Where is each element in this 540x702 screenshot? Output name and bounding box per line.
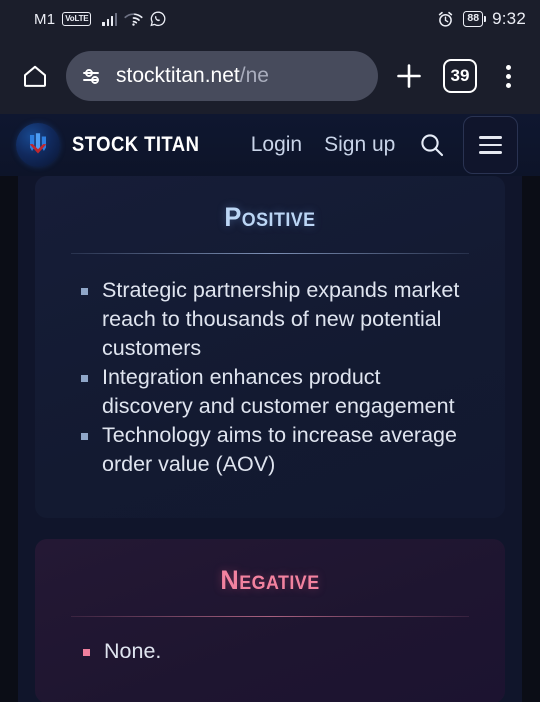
list-item: None. — [83, 637, 475, 666]
list-item: Strategic partnership expands market rea… — [81, 276, 475, 363]
list-item: Technology aims to increase average orde… — [81, 421, 475, 479]
alarm-clock-icon — [437, 11, 454, 28]
carrier-label: M1 — [34, 10, 56, 28]
header-nav: Login Sign up — [251, 133, 396, 157]
brand-name: STOCK TITAN — [72, 133, 200, 156]
browser-toolbar: stocktitan.net/ne 39 — [0, 38, 540, 114]
search-icon[interactable] — [415, 128, 449, 162]
login-link[interactable]: Login — [251, 133, 302, 157]
status-bar-left: M1 VoLTE — [14, 11, 437, 28]
positive-card: Positive Strategic partnership expands m… — [35, 176, 505, 518]
status-bar-right: 88 9:32 — [437, 9, 526, 29]
negative-list: None. — [35, 637, 505, 666]
list-item: Integration enhances product discovery a… — [81, 363, 475, 421]
plus-icon[interactable] — [386, 53, 432, 99]
negative-divider — [71, 616, 469, 617]
site-header: STOCK TITAN Login Sign up — [0, 114, 540, 176]
volte-badge: VoLTE — [62, 12, 92, 26]
negative-card: Negative None. — [35, 539, 505, 702]
status-bar: M1 VoLTE 88 9:32 — [0, 0, 540, 38]
url-path: /ne — [239, 64, 269, 87]
url-text[interactable]: stocktitan.net/ne — [116, 64, 269, 88]
tune-icon[interactable] — [82, 67, 105, 86]
stock-titan-logo-icon — [16, 123, 60, 167]
whatsapp-icon — [150, 11, 166, 27]
url-host: stocktitan.net — [116, 64, 240, 87]
signal-bars-icon — [102, 12, 118, 26]
home-icon[interactable] — [12, 53, 58, 99]
phone-screen: M1 VoLTE 88 9:32 stocktitan.net/ne 39 ST… — [0, 0, 540, 702]
three-dot-menu-icon[interactable] — [488, 53, 528, 99]
negative-title: Negative — [220, 565, 320, 595]
url-bar[interactable]: stocktitan.net/ne — [66, 51, 378, 101]
page-content: Positive Strategic partnership expands m… — [18, 176, 522, 702]
site-logo[interactable]: STOCK TITAN — [16, 123, 217, 167]
positive-title: Positive — [224, 202, 316, 232]
battery-icon: 88 — [463, 11, 486, 27]
status-time: 9:32 — [492, 9, 526, 28]
positive-list: Strategic partnership expands market rea… — [35, 276, 505, 479]
tab-counter-button[interactable]: 39 — [443, 59, 477, 93]
hamburger-menu-icon[interactable] — [463, 116, 519, 174]
signup-link[interactable]: Sign up — [324, 133, 395, 157]
wifi-icon — [124, 12, 143, 26]
positive-divider — [71, 253, 469, 254]
